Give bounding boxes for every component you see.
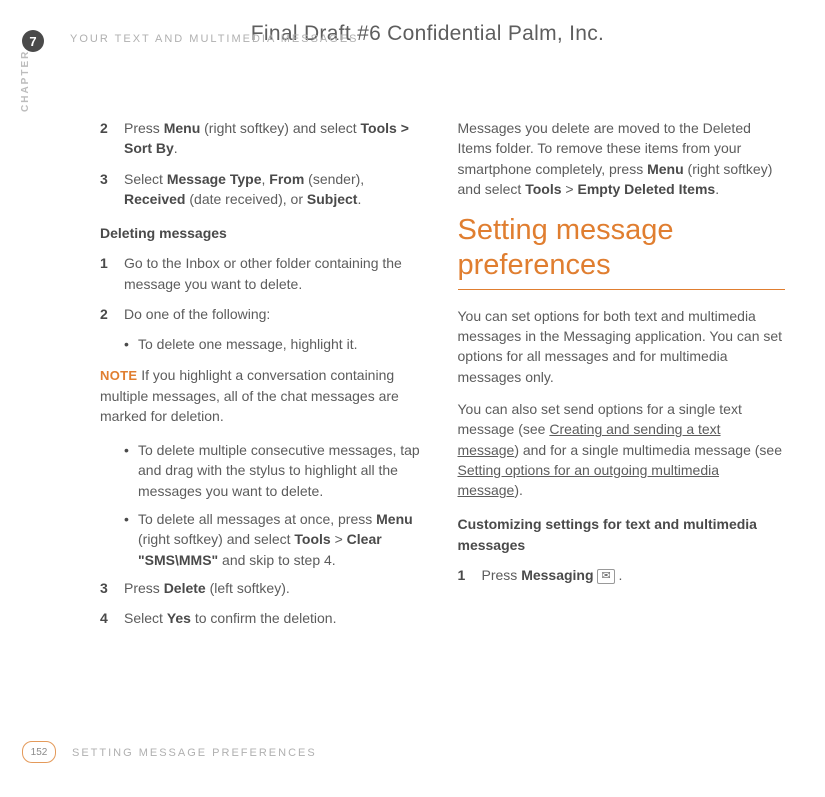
subheading-customizing: Customizing settings for text and multim… <box>458 514 786 555</box>
ui-label-from: From <box>269 171 304 187</box>
ui-label-empty-deleted: Empty Deleted Items <box>577 181 715 197</box>
text: > <box>562 181 578 197</box>
ui-label-message-type: Message Type <box>167 171 262 187</box>
text: (right softkey) and select <box>138 531 294 547</box>
text: Press <box>482 567 522 583</box>
step-number: 1 <box>100 253 124 294</box>
bullet-icon: • <box>124 440 138 501</box>
ui-label-messaging: Messaging <box>521 567 593 583</box>
step-2: 2 Press Menu (right softkey) and select … <box>100 118 428 159</box>
step-number: 3 <box>100 578 124 598</box>
two-column-layout: 2 Press Menu (right softkey) and select … <box>70 118 785 638</box>
step-body: Press Delete (left softkey). <box>124 578 428 598</box>
note-label: NOTE <box>100 368 137 383</box>
step-body: Select Message Type, From (sender), Rece… <box>124 169 428 210</box>
step-body: Press Menu (right softkey) and select To… <box>124 118 428 159</box>
text: . <box>357 191 361 207</box>
text: To delete all messages at once, press <box>138 511 376 527</box>
prefs-intro-paragraph: You can set options for both text and mu… <box>458 306 786 387</box>
text: . <box>615 567 623 583</box>
step-body: Press Messaging ✉ . <box>482 565 786 585</box>
text: (left softkey). <box>206 580 290 596</box>
left-column: 2 Press Menu (right softkey) and select … <box>100 118 428 638</box>
text: (sender), <box>304 171 364 187</box>
bullet-delete-all: • To delete all messages at once, press … <box>100 509 428 570</box>
ui-label-received: Received <box>124 191 185 207</box>
bullet-text: To delete all messages at once, press Me… <box>138 509 428 570</box>
ui-label-delete: Delete <box>164 580 206 596</box>
text: Select <box>124 171 167 187</box>
prefs-see-also-paragraph: You can also set send options for a sing… <box>458 399 786 500</box>
step-body: Go to the Inbox or other folder containi… <box>124 253 428 294</box>
ui-label-menu: Menu <box>164 120 201 136</box>
note-block: NOTE If you highlight a conversation con… <box>100 365 428 426</box>
customize-step-1: 1 Press Messaging ✉ . <box>458 565 786 585</box>
bullet-text: To delete multiple consecutive messages,… <box>138 440 428 501</box>
step-number: 3 <box>100 169 124 210</box>
text: Press <box>124 120 164 136</box>
page-number-badge: 152 <box>22 741 56 763</box>
step-number: 4 <box>100 608 124 628</box>
note-text: If you highlight a conversation containi… <box>100 367 399 424</box>
text: ). <box>514 482 523 498</box>
delete-step-3: 3 Press Delete (left softkey). <box>100 578 428 598</box>
text: . <box>174 140 178 156</box>
ui-label-tools: Tools <box>525 181 561 197</box>
text: (right softkey) and select <box>200 120 360 136</box>
step-number: 2 <box>100 304 124 324</box>
text: to confirm the deletion. <box>191 610 337 626</box>
running-head: YOUR TEXT AND MULTIMEDIA MESSAGES <box>70 33 359 45</box>
ui-label-yes: Yes <box>167 610 191 626</box>
bullet-icon: • <box>124 509 138 570</box>
text: Select <box>124 610 167 626</box>
bullet-text: To delete one message, highlight it. <box>138 334 357 354</box>
deleted-items-paragraph: Messages you delete are moved to the Del… <box>458 118 786 199</box>
bullet-icon: • <box>124 334 138 354</box>
text: . <box>715 181 719 197</box>
manual-page: Final Draft #6 Confidential Palm, Inc. 7… <box>0 0 825 797</box>
section-title-preferences: Setting message preferences <box>458 213 786 283</box>
step-number: 2 <box>100 118 124 159</box>
step-number: 1 <box>458 565 482 585</box>
ui-label-tools: Tools <box>294 531 330 547</box>
ui-label-menu: Menu <box>376 511 413 527</box>
right-column: Messages you delete are moved to the Del… <box>458 118 786 638</box>
footer-section-name: SETTING MESSAGE PREFERENCES <box>72 747 317 759</box>
text: (date received), or <box>185 191 306 207</box>
text: Press <box>124 580 164 596</box>
delete-step-1: 1 Go to the Inbox or other folder contai… <box>100 253 428 294</box>
delete-step-4: 4 Select Yes to confirm the deletion. <box>100 608 428 628</box>
chapter-side-label: CHAPTER <box>20 50 31 112</box>
ui-label-menu: Menu <box>647 161 684 177</box>
bullet-delete-multiple: • To delete multiple consecutive message… <box>100 440 428 501</box>
bullet-delete-one: • To delete one message, highlight it. <box>100 334 428 354</box>
delete-step-2: 2 Do one of the following: <box>100 304 428 324</box>
link-options-outgoing-mms[interactable]: Setting options for an outgoing multimed… <box>458 462 720 498</box>
messaging-icon: ✉ <box>597 569 614 584</box>
text: and skip to step 4. <box>218 552 336 568</box>
step-body: Select Yes to confirm the deletion. <box>124 608 428 628</box>
text: ) and for a single multimedia message (s… <box>514 442 782 458</box>
step-body: Do one of the following: <box>124 304 428 324</box>
step-3: 3 Select Message Type, From (sender), Re… <box>100 169 428 210</box>
subheading-deleting: Deleting messages <box>100 223 428 243</box>
text: > <box>331 531 347 547</box>
ui-label-subject: Subject <box>307 191 358 207</box>
title-rule <box>458 289 786 290</box>
